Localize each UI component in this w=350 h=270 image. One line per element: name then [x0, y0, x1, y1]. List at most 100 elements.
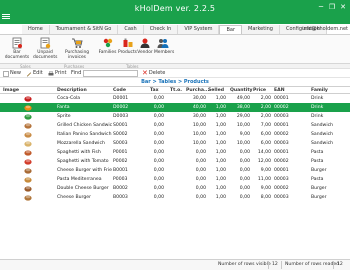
- delete-x-icon: ✕: [142, 69, 148, 77]
- edit-button[interactable]: Edit: [26, 70, 43, 77]
- new-button[interactable]: New: [3, 70, 21, 77]
- cell-sold: 1,00: [215, 141, 226, 146]
- table-row[interactable]: Cheese Burger B0003 0,00 0,00 1,00 0,00 8,00 00…: [0, 193, 350, 202]
- status-bar: Number of rows visible 12 Number of rows…: [0, 259, 350, 270]
- col-description[interactable]: Description: [57, 87, 87, 94]
- cell-quantity: 0,00: [239, 150, 250, 155]
- col-purchase[interactable]: Purcha...: [186, 87, 209, 94]
- unpaid-documents-icon: [40, 37, 51, 49]
- cell-quantity: 38,00: [236, 105, 250, 110]
- col-tax[interactable]: Tax: [150, 87, 159, 94]
- table-row[interactable]: Double Cheese Burger B0002 0,00 0,00 1,00 0,0…: [0, 184, 350, 193]
- find-input[interactable]: [83, 70, 138, 77]
- table-row[interactable]: Pasta Mediterranea P0003 0,00 0,00 1,00 0,00 1…: [0, 175, 350, 184]
- bar-documents-label: Bar documents: [4, 50, 30, 60]
- tab-vip-system[interactable]: VIP System: [178, 25, 220, 34]
- col-ean[interactable]: EAN: [274, 87, 285, 94]
- cell-quantity: 0,00: [239, 168, 250, 173]
- find-label: Find: [71, 70, 82, 76]
- purchasing-invoices-button[interactable]: Purchasing invoices: [64, 37, 90, 60]
- tab-bar[interactable]: Bar: [219, 25, 243, 34]
- tab-check-in[interactable]: Check In: [143, 25, 179, 34]
- contact-email[interactable]: info@kholdem.net: [302, 25, 348, 34]
- table-row[interactable]: Mozzarella Sandwich S0003 0,00 10,00 1,00 10,…: [0, 139, 350, 148]
- bar-documents-button[interactable]: Bar documents: [3, 37, 31, 60]
- print-button[interactable]: Print: [48, 70, 67, 77]
- members-button[interactable]: Members: [154, 37, 174, 55]
- product-image: [24, 194, 32, 201]
- tab-cash[interactable]: Cash: [118, 25, 144, 34]
- col-tax2[interactable]: Tt.o.: [170, 87, 182, 94]
- table-row[interactable]: Cheese Burger with Fries B0001 0,00 0,00 1,0…: [0, 166, 350, 175]
- cell-family: Burger: [311, 168, 327, 173]
- status-separator: [281, 261, 282, 269]
- purchasing-invoices-label: Purchasing invoices: [64, 50, 90, 60]
- hamburger-menu-icon[interactable]: [2, 13, 10, 21]
- cell-code: P0001: [113, 150, 128, 155]
- col-image[interactable]: Image: [3, 87, 19, 94]
- table-row[interactable]: Italian Panino Sandwich S0002 0,00 10,00 1,0…: [0, 130, 350, 139]
- cell-purchase: 30,00: [192, 114, 206, 119]
- edit-label: Edit: [33, 70, 43, 76]
- table-row[interactable]: Spaghetti with Fish P0001 0,00 0,00 1,00 0,00…: [0, 148, 350, 157]
- cell-family: Sandwich: [311, 123, 334, 128]
- tab-marketing[interactable]: Marketing: [242, 25, 280, 34]
- table-row[interactable]: Coca-Cola D0001 0,00 30,00 1,00 49,00 2,00 0000…: [0, 94, 350, 103]
- table-row[interactable]: Spaghetti with Tomato P0002 0,00 0,00 1,00 0,…: [0, 157, 350, 166]
- col-code[interactable]: Code: [113, 87, 126, 94]
- cell-sold: 1,00: [215, 177, 226, 182]
- unpaid-documents-button[interactable]: Unpaid documents: [33, 37, 57, 60]
- cell-price: 11,00: [257, 177, 271, 182]
- cell-family: Burger: [311, 195, 327, 200]
- restore-button[interactable]: ❐: [327, 3, 337, 12]
- cell-ean: 00002: [274, 186, 289, 191]
- minimize-button[interactable]: ─: [316, 3, 326, 12]
- cell-quantity: 0,00: [239, 177, 250, 182]
- col-quantity[interactable]: Quantity: [230, 87, 253, 94]
- cell-ean: 00003: [274, 195, 289, 200]
- cell-price: 9,00: [260, 168, 271, 173]
- close-button[interactable]: ✕: [338, 3, 348, 12]
- cell-sold: 1,00: [215, 195, 226, 200]
- delete-button[interactable]: ✕ Delete: [142, 70, 165, 77]
- cell-tax2: [170, 157, 182, 166]
- cell-description: Pasta Mediterranea: [57, 177, 102, 182]
- cell-tax2: [170, 130, 182, 139]
- col-sold[interactable]: Selled: [208, 87, 224, 94]
- cell-tax2: [170, 103, 182, 112]
- cell-tax: 0,00: [153, 177, 164, 182]
- col-family[interactable]: Family: [311, 87, 328, 94]
- members-icon: [157, 39, 169, 48]
- new-label: New: [10, 70, 21, 76]
- cell-purchase: 0,00: [195, 159, 206, 164]
- breadcrumb: Bar > Tables > Products: [141, 79, 209, 85]
- tab-home[interactable]: Home: [22, 25, 50, 34]
- cell-description: Sprite: [57, 114, 71, 119]
- cell-quantity: 29,00: [236, 114, 250, 119]
- cell-sold: 1,00: [215, 150, 226, 155]
- cell-ean: 00002: [274, 105, 289, 110]
- col-price[interactable]: Price: [253, 87, 266, 94]
- product-image: [24, 140, 32, 147]
- print-label: Print: [55, 70, 67, 76]
- families-button[interactable]: Families: [98, 37, 117, 55]
- table-row[interactable]: Fanta D0002 0,00 40,00 1,00 38,00 2,00 00002 Dri…: [0, 103, 350, 112]
- table-row[interactable]: Grilled Chicken Sandwich S0001 0,00 10,00 1,…: [0, 121, 350, 130]
- cell-code: S0001: [113, 123, 128, 128]
- tab-tournament[interactable]: Tournament & SitN Go: [49, 25, 119, 34]
- cell-price: 9,00: [260, 186, 271, 191]
- cell-ean: 00003: [274, 177, 289, 182]
- product-image: [24, 113, 32, 120]
- cell-family: Drink: [311, 96, 324, 101]
- vendor-button[interactable]: Vendor: [137, 37, 153, 55]
- cell-tax: 0,00: [153, 150, 164, 155]
- cell-tax: 0,00: [153, 114, 164, 119]
- cell-tax2: [170, 166, 182, 175]
- products-button[interactable]: Products: [118, 37, 137, 55]
- table-row[interactable]: Sprite D0003 0,00 30,00 1,00 29,00 2,00 00003 Dr…: [0, 112, 350, 121]
- cell-tax2: [170, 94, 182, 103]
- cell-tax: 0,00: [153, 141, 164, 146]
- cell-quantity: 10,00: [236, 141, 250, 146]
- cell-quantity: 0,00: [239, 186, 250, 191]
- cell-quantity: 0,00: [239, 195, 250, 200]
